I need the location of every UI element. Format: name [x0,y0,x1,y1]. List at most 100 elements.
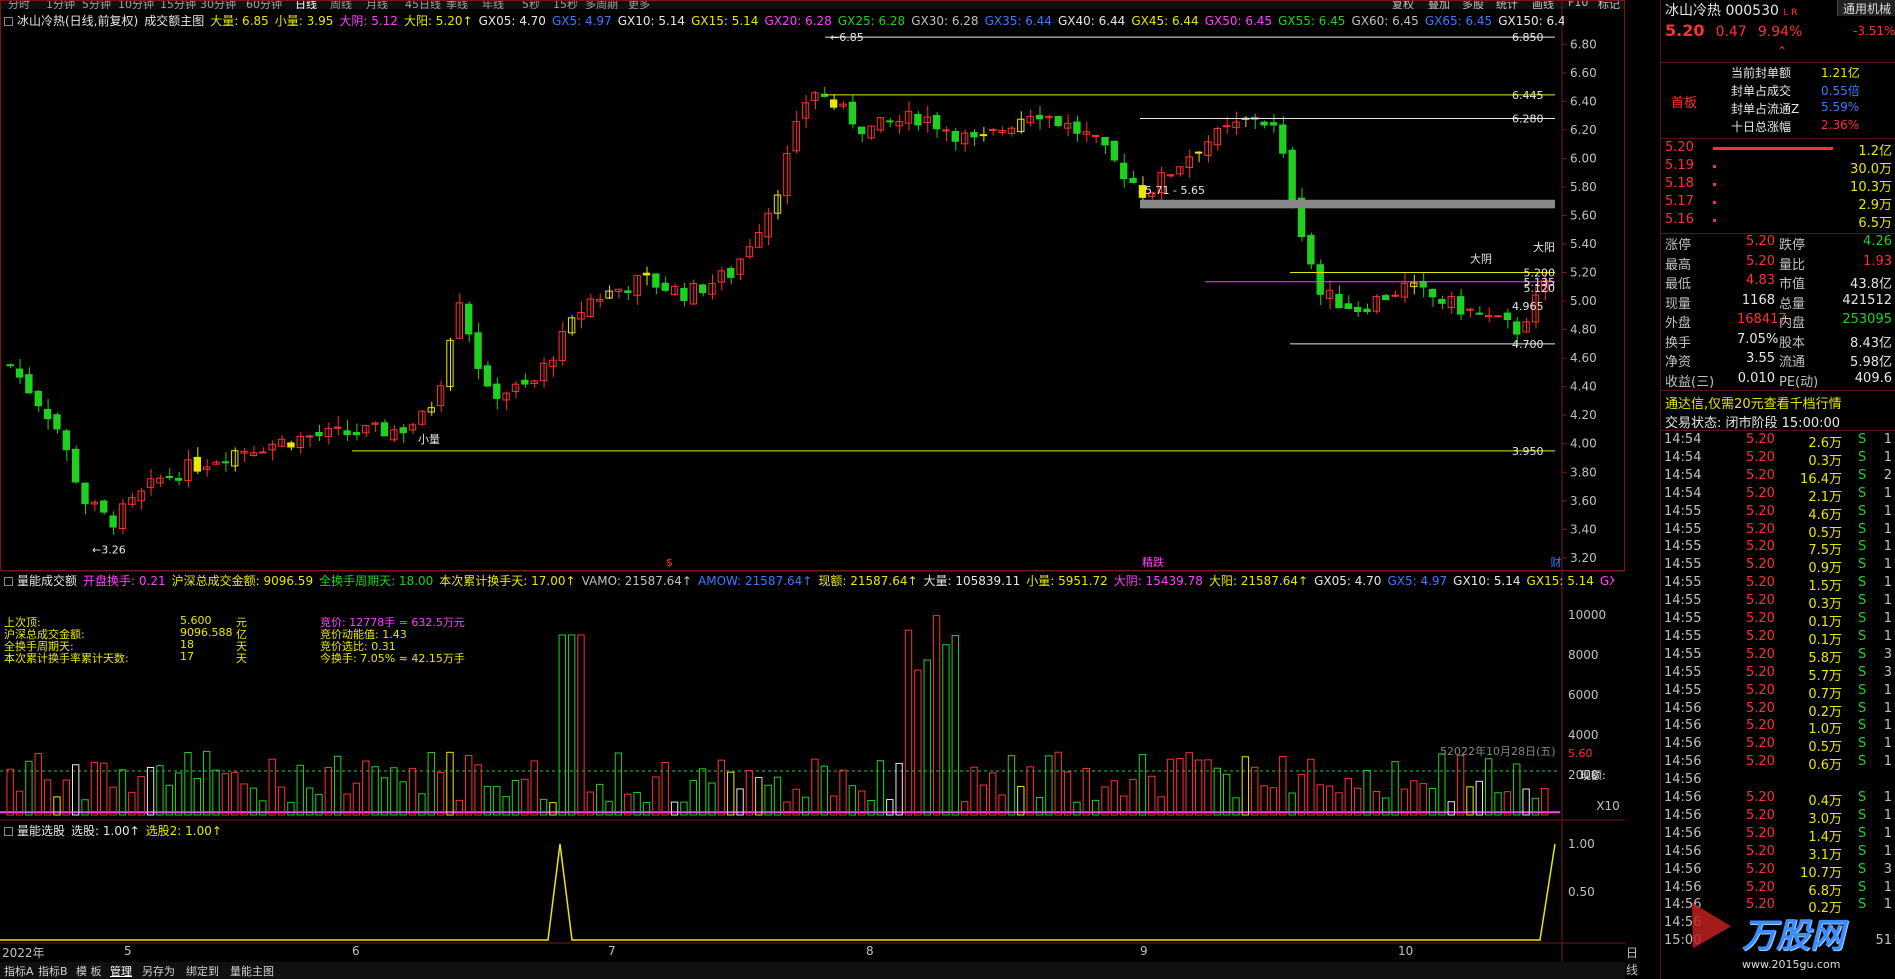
date-label: 2022年 [2,946,45,960]
tick-volume: 1.5万 [1808,579,1842,595]
volume-bar [1082,767,1090,816]
tick-volume: 3.1万 [1808,847,1842,863]
chart-annotation: 5.120 [1524,282,1556,295]
bottom-tab-2[interactable]: 模 板 [76,963,102,979]
seal-key: 封单占流通Z [1731,102,1800,116]
bottom-tab-5[interactable]: 绑定到 [186,963,219,979]
tick-row: 14:55 5.20 4.6万 S 1 [1662,504,1894,523]
tick-row: 14:56 5.20 3.0万 S 1 [1662,807,1894,827]
order-book-row: 5.18 10.3万 [1661,176,1895,195]
candle-body [465,303,473,335]
tick-volume: 0.4万 [1808,794,1842,809]
vol-axis-label: 6000 [1568,688,1599,702]
main-header-item: GX150: 6.45 [1498,14,1564,28]
order-price: 5.19 [1665,158,1694,173]
quote-row: 外盘 168417 内盘 253095 [1661,312,1895,332]
volume-bar [6,768,14,816]
tick-time: 14:56 [1664,825,1702,841]
order-price: 5.17 [1665,194,1694,209]
price-axis-label: 6.60 [1570,66,1597,80]
tick-side: S [1858,467,1867,483]
volume-bar [212,769,220,816]
tick-row: 14:56 5.20 0.5万 S 1 [1662,736,1894,755]
tick-side: S [1858,807,1867,823]
indicator-toggle-icon[interactable] [4,17,13,26]
order-book: 5.20 1.2亿 5.19 30.0万 5.18 10.3万 5.17 2.9万 5.16 6.… [1661,140,1895,231]
candle-body [1344,303,1352,309]
candle-body [15,368,24,378]
collapse-chevron-icon[interactable]: ⌃ [1777,44,1787,58]
kline-chart[interactable]: 6.80 6.60 6.40 6.20 6.00 5.80 5.60 5.40 5.20 5.00… [0,0,1625,962]
tick-row: 14:55 5.20 7.5万 S 1 [1662,539,1894,558]
indicator-toggle-icon[interactable] [4,577,13,586]
volume-bar [511,779,520,816]
seal-row: 十日总涨幅 2.36% [1731,118,1895,136]
date-note: 52022年10月28日(五) [1440,744,1556,758]
tick-price: 5.20 [1746,432,1775,447]
tick-row: 14:54 5.20 0.3万 S 1 [1662,450,1894,469]
order-volume: 1.2亿 [1858,144,1892,159]
main-header-item: GX50: 6.45 [1204,14,1273,28]
volume-bar [1017,785,1025,816]
tick-volume: 5.7万 [1808,668,1842,684]
tick-time: 14:56 [1664,843,1702,859]
candle-body [1045,115,1053,119]
vol-header-item: AMOW: 21587.64↑ [698,574,813,588]
volume-bar [90,761,99,816]
quote-value: 5.98亿 [1850,355,1892,370]
volume-bar [427,752,435,816]
current-price: 5.20 [1665,21,1705,40]
tick-count: 2 [1883,467,1892,483]
candle-body [315,432,323,437]
tick-volume: 1.4万 [1808,829,1842,845]
tick-row: 14:56 5.20 6.8万 S 1 [1662,880,1894,899]
tick-count: 1 [1883,843,1892,859]
tick-time: 14:54 [1664,485,1702,501]
bottom-tab-6[interactable]: 量能主图 [230,963,274,979]
stock-flags: L R [1783,8,1798,18]
promo-text[interactable]: 通达信,仅需20元查看千档行情 [1665,393,1842,412]
tick-count: 1 [1883,521,1892,537]
price-axis-label: 4.00 [1570,437,1597,451]
order-volume: 10.3万 [1850,180,1892,195]
vol-header-item: 本次累计换手天: 17.00↑ [439,574,576,588]
module-pct: -3.51% [1853,24,1895,38]
bottom-tab-0[interactable]: 指标A [4,963,34,979]
date-label: 9 [1140,944,1148,958]
volume-bar [1513,763,1521,816]
quote-key: 市值 [1779,277,1806,292]
candle-body [53,414,61,430]
quote-key: 量比 [1779,257,1806,273]
volume-bar [1400,788,1409,816]
main-header-item: GX15: 5.14 [691,14,759,28]
vol-axis-label: 10000 [1568,608,1606,622]
indicator-toggle-icon[interactable] [4,827,13,836]
bottom-tab-1[interactable]: 指标B [38,963,68,979]
quote-value: 1168 [1741,292,1775,308]
volume-bar [474,764,482,816]
candle-body [1522,321,1530,333]
quote-key: 收益(三) [1665,374,1715,390]
quote-value: 0.010 [1737,370,1775,386]
vol-info-right-row: 竞价: 12778手 = 632.5万元 [320,616,465,629]
volume-bar [914,669,922,816]
tick-volume: 10.7万 [1800,865,1842,881]
candle-body [680,287,688,301]
volume-bar [156,765,164,816]
bottom-tab-4[interactable]: 另存为 [142,963,175,979]
bottom-tab-3[interactable]: 管理 [110,963,132,979]
main-header-item: GX45: 6.44 [1131,14,1199,28]
tick-count: 1 [1883,682,1892,698]
quote-value: 409.6 [1854,370,1892,386]
volume-bar [764,784,772,816]
module-button[interactable]: 通用机械 [1837,0,1895,16]
seal-key: 封单占成交 [1731,84,1792,98]
tick-row: 14:55 5.20 0.3万 S 1 [1662,593,1894,612]
vol-header-item: 小量: 5951.72 [1026,574,1108,588]
quote-row: 涨停 5.20 跌停 4.26 [1661,234,1895,254]
tick-volume: 2.6万 [1808,436,1842,451]
tick-price: 5.20 [1746,467,1775,483]
price-axis-label: 3.80 [1570,465,1597,479]
candle-body [72,448,80,483]
price-axis-label: 5.00 [1570,294,1597,308]
